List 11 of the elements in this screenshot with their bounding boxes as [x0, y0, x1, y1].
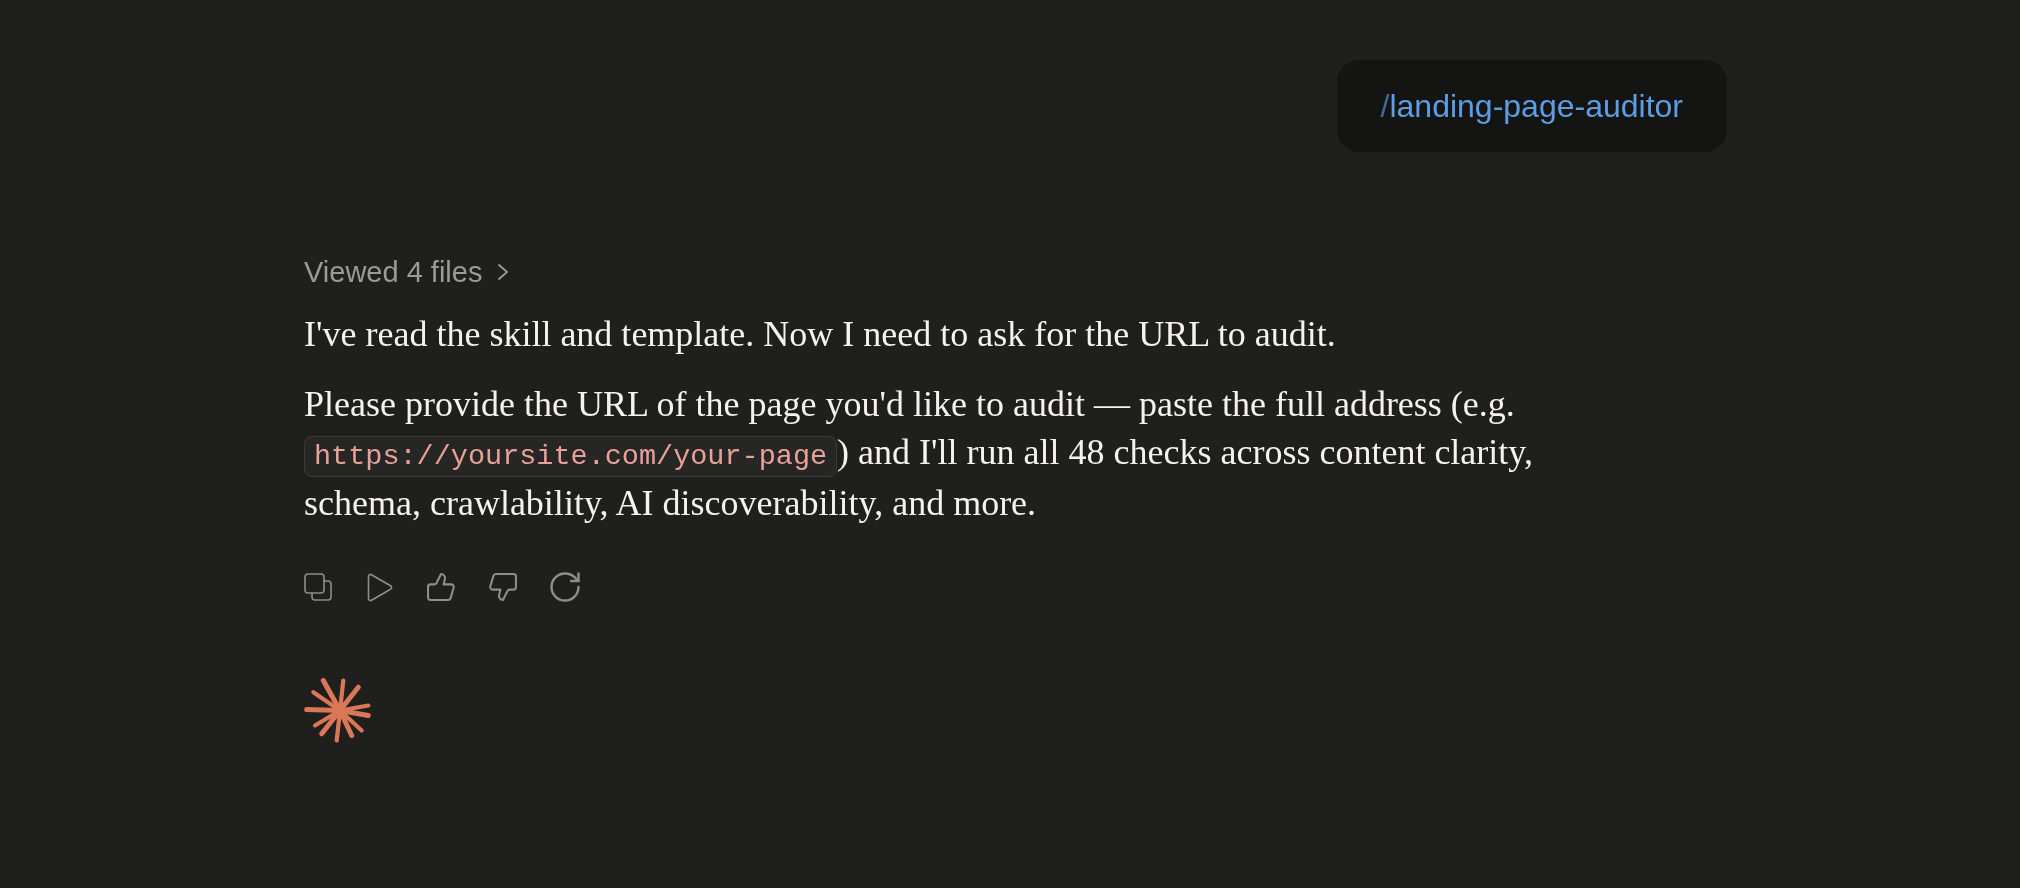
inline-code: https://yoursite.com/your-page [304, 435, 838, 477]
play-icon [365, 571, 394, 603]
message-paragraph: I've read the skill and template. Now I need to ask for the URL to audit. [304, 313, 1337, 357]
circular-arrow-icon [550, 572, 580, 603]
starburst-icon [304, 677, 371, 743]
thumbs-down-icon [488, 573, 517, 602]
overlapping-squares-icon [304, 573, 332, 602]
thumbs-up-icon [427, 573, 455, 602]
slash-command: /landing-page-auditor [1380, 88, 1683, 124]
activity-toggle[interactable]: Viewed 4 files [304, 252, 510, 293]
message-paragraph: Please provide the URL of the page you'd like to audit — paste the full address (e.g. https://yoursite.com/your-page ) and I'll run all 48 checks across content clarity, schema, crawlability, AI discoverability, and more. [304, 383, 1534, 526]
